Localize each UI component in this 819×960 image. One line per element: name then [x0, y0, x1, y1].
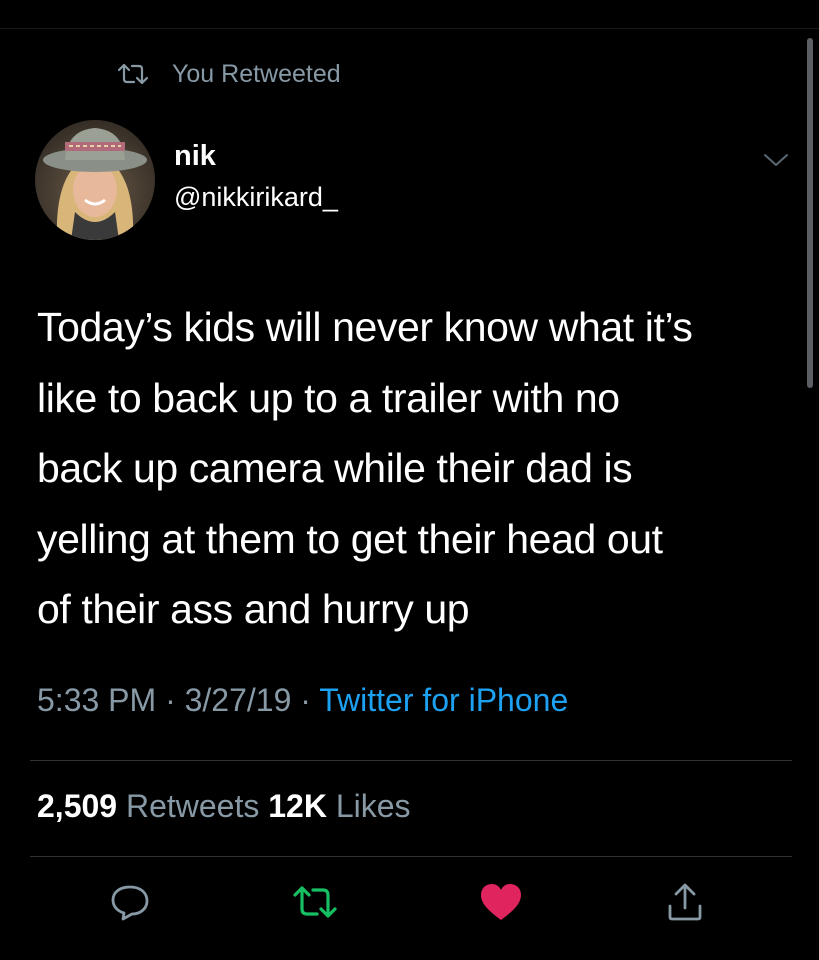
- meta-separator: ·: [165, 682, 176, 718]
- likes-label: Likes: [335, 788, 411, 824]
- tweet-date: 3/27/19: [184, 682, 292, 718]
- likes-stat[interactable]: 12K Likes: [268, 788, 410, 824]
- avatar-photo: [35, 120, 155, 240]
- retweet-icon: [293, 886, 337, 918]
- tweet-stats: 2,509 Retweets 12K Likes: [37, 788, 411, 825]
- retweets-count: 2,509: [37, 788, 118, 824]
- tweet-line: like to back up to a trailer with no: [37, 374, 620, 421]
- scrollbar[interactable]: [807, 38, 813, 388]
- retweets-label: Retweets: [125, 788, 260, 824]
- username-handle[interactable]: @nikkirikard_: [174, 182, 338, 213]
- retweet-button[interactable]: [293, 880, 337, 924]
- chevron-down-icon[interactable]: [762, 150, 790, 170]
- share-button[interactable]: [663, 880, 707, 924]
- likes-count: 12K: [268, 788, 327, 824]
- display-name[interactable]: nik: [174, 140, 216, 173]
- tweet-meta: 5:33 PM · 3/27/19 · Twitter for iPhone: [37, 682, 568, 719]
- like-button[interactable]: [479, 880, 523, 924]
- reply-icon: [111, 885, 149, 921]
- retweet-icon: [118, 63, 148, 85]
- tweet-line: back up camera while their dad is: [37, 445, 633, 491]
- retweet-context[interactable]: You Retweeted: [118, 58, 341, 90]
- share-icon: [668, 883, 702, 921]
- tweet-time: 5:33 PM: [37, 682, 157, 718]
- divider: [30, 856, 792, 857]
- avatar[interactable]: [35, 120, 155, 240]
- reply-button[interactable]: [108, 880, 152, 924]
- meta-separator: ·: [300, 682, 311, 718]
- tweet-source-link[interactable]: Twitter for iPhone: [319, 682, 568, 718]
- heart-icon: [481, 884, 521, 920]
- tweet-text: Today’s kids will never know what it’s l…: [37, 292, 797, 645]
- tweet-line: of their ass and hurry up: [37, 586, 470, 632]
- retweet-context-label: You Retweeted: [172, 59, 341, 88]
- tweet-line: yelling at them to get their head out: [37, 515, 663, 562]
- tweet-line: Today’s kids will never know what it’s: [37, 304, 693, 350]
- retweets-stat[interactable]: 2,509 Retweets: [37, 788, 259, 824]
- divider: [30, 760, 792, 761]
- top-border: [0, 28, 819, 29]
